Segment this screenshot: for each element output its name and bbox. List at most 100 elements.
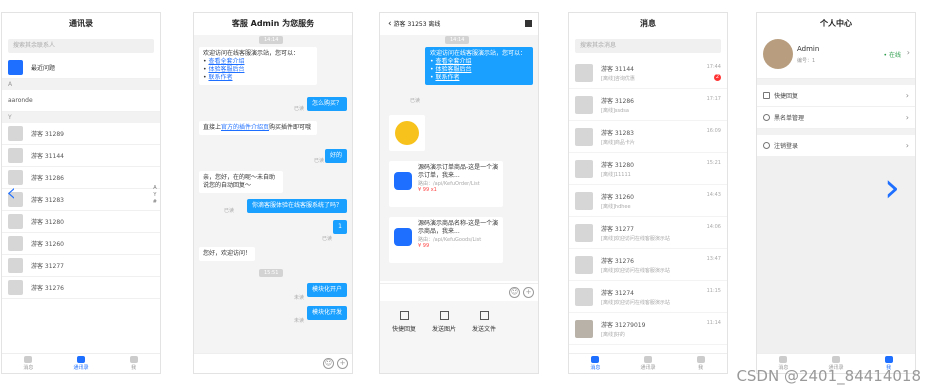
conversation-row[interactable]: 游客 31260 [离线]hdhee 14:43 (569, 185, 727, 217)
index-letter[interactable]: A (153, 185, 157, 192)
read-status: 已读 (293, 106, 304, 112)
contacts-icon (77, 356, 85, 363)
unread-status: 未读 (293, 295, 304, 301)
chevron-right-icon[interactable]: › (884, 168, 900, 208)
contact-row[interactable]: 游客 31277 (2, 255, 160, 277)
tab-contacts[interactable]: 通讯录 (55, 354, 108, 373)
face-icon (395, 121, 419, 145)
contact-row[interactable]: 游客 31144 (2, 145, 160, 167)
conversation-row[interactable]: 游客 31286 [离线]ssdsa 17:17 (569, 89, 727, 121)
quick-reply-tool[interactable]: 快捷回复 (384, 309, 424, 365)
contact-row[interactable]: 游客 31280 (2, 211, 160, 233)
conversation-time: 17:44 (706, 64, 721, 70)
send-image-tool[interactable]: 发送图片 (424, 309, 464, 365)
new-friend-item[interactable]: 最近问题 (2, 57, 160, 79)
user-message: 模块化开发 (306, 306, 347, 320)
link-text[interactable]: 查看全套介绍 (208, 58, 244, 65)
conversation-preview: [离线]欢迎访问在线客服演示站 (601, 267, 670, 274)
conversation-row[interactable]: 游客 31277 [离线]欢迎访问在线客服演示站 14:06 (569, 217, 727, 249)
link[interactable]: • 联系作者 (203, 74, 313, 82)
search-input[interactable]: 搜索其余联系人 (8, 39, 154, 53)
contact-row[interactable]: 游客 31260 (2, 233, 160, 255)
avatar (763, 39, 793, 69)
tab-me[interactable]: 我 (107, 354, 160, 373)
conversation-row[interactable]: 游客 31280 [离线]11111 15:21 (569, 153, 727, 185)
quick-reply-item[interactable]: 快捷回复 › (757, 85, 915, 107)
product-card[interactable]: 源码演示商品名称-这是一个演示商品，我来... 路由：/api/KefuGood… (389, 217, 503, 263)
tab-me[interactable]: 我 (674, 354, 727, 373)
link-text[interactable]: 体验客服后台 (435, 66, 471, 73)
conversation-preview: [离线]欢迎访问在线客服演示站 (601, 235, 670, 242)
tab-messages[interactable]: 消息 (569, 354, 622, 373)
tab-label: 我 (698, 365, 704, 371)
conversation-row[interactable]: 游客 31274 [离线]欢迎访问在线客服演示站 11:15 (569, 281, 727, 313)
app-icon (394, 172, 412, 190)
link-text[interactable]: 查看全套介绍 (435, 58, 471, 65)
link-text[interactable]: 联系作者 (208, 74, 232, 81)
emoji-icon[interactable]: ☺ (323, 358, 334, 369)
read-status: 已读 (321, 236, 332, 242)
back-icon[interactable]: ‹ (388, 19, 392, 29)
input-bar[interactable]: ☺ + (380, 283, 538, 301)
contact-row[interactable]: aaronde (2, 90, 160, 112)
section-header: A (2, 79, 160, 90)
timestamp: 14:14 (259, 36, 284, 44)
tab-label: 消息 (590, 365, 601, 371)
index-letter[interactable]: # (153, 199, 157, 206)
agent-message: 亲，您好，在的呢～未自助说您的自动回复～ (199, 171, 283, 193)
blacklist-icon (763, 114, 770, 121)
link-text[interactable]: 官方的插件介绍页 (221, 124, 269, 131)
emoji-icon[interactable]: ☺ (509, 287, 520, 298)
search-input[interactable]: 搜索其余消息 (575, 39, 721, 53)
conversation-preview: [离线]咨询优惠 (601, 75, 635, 82)
index-letter[interactable]: Y (153, 192, 157, 199)
edit-icon (763, 92, 770, 99)
contact-row[interactable]: 游客 31276 (2, 277, 160, 299)
message-text: 直接上 (203, 124, 222, 131)
blacklist-item[interactable]: 黑名单管理 › (757, 107, 915, 129)
status-badge: • 在线 (883, 52, 901, 59)
message-icon (24, 356, 33, 363)
link-text[interactable]: 体验客服后台 (208, 66, 244, 73)
plus-icon[interactable]: + (337, 358, 348, 369)
input-bar[interactable]: ☺ + (194, 353, 352, 373)
avatar (575, 223, 593, 242)
contact-name: 游客 31276 (31, 285, 64, 292)
contact-row[interactable]: 游客 31289 (2, 123, 160, 145)
link[interactable]: • 查看全套介绍 (430, 58, 528, 66)
grid-icon[interactable] (525, 20, 532, 27)
avatar (8, 126, 23, 141)
plus-icon[interactable]: + (523, 287, 534, 298)
profile-card[interactable]: Admin 编号：1 • 在线 › (757, 35, 915, 79)
message-list: 14:14 欢迎访问在线客服演示站，您可以： • 查看全套介绍 • 体验客服后台… (194, 35, 352, 353)
conversation-row[interactable]: 游客 31283 [离线]商品卡片 16:09 (569, 121, 727, 153)
user-plus-icon (8, 60, 23, 75)
conversation-name: 游客 31260 (601, 193, 634, 201)
link[interactable]: • 查看全套介绍 (203, 58, 313, 66)
card-title: 源码演示订单商品-这是一个演示订单，我来... (418, 164, 499, 179)
conversation-row[interactable]: 游客 31279019 [离线]好的 11:14 (569, 313, 727, 345)
conversation-row[interactable]: 游客 31144 [离线]咨询优惠 17:44 2 (569, 57, 727, 89)
conversation-time: 11:14 (706, 320, 721, 326)
contact-row[interactable]: 游客 31286 (2, 167, 160, 189)
conversation-name: 游客 31279019 (601, 321, 646, 329)
tab-bar: 消息 通讯录 我 (569, 353, 727, 373)
send-file-tool[interactable]: 发送文件 (464, 309, 504, 365)
emoji-sticker (389, 115, 425, 151)
conversation-time: 14:06 (706, 224, 721, 230)
contact-row[interactable]: 游客 31283 (2, 189, 160, 211)
logout-item[interactable]: 注销登录 › (757, 135, 915, 157)
link[interactable]: • 体验客服后台 (203, 66, 313, 74)
link[interactable]: • 体验客服后台 (430, 66, 528, 74)
contact-name: 游客 31289 (31, 131, 64, 138)
chevron-left-icon[interactable]: ‹ (6, 178, 16, 208)
conversation-row[interactable]: 游客 31276 [离线]欢迎访问在线客服演示站 13:47 (569, 249, 727, 281)
alpha-index[interactable]: A Y # (153, 185, 157, 206)
conversation-preview: [离线]ssdsa (601, 107, 629, 114)
tab-contacts[interactable]: 通讯录 (622, 354, 675, 373)
order-card[interactable]: 源码演示订单商品-这是一个演示订单，我来... 路由：/api/KefuOrde… (389, 161, 503, 207)
unread-status: 未读 (293, 318, 304, 324)
link-text[interactable]: 联系作者 (435, 74, 459, 81)
link[interactable]: • 联系作者 (430, 74, 528, 82)
tab-messages[interactable]: 消息 (2, 354, 55, 373)
